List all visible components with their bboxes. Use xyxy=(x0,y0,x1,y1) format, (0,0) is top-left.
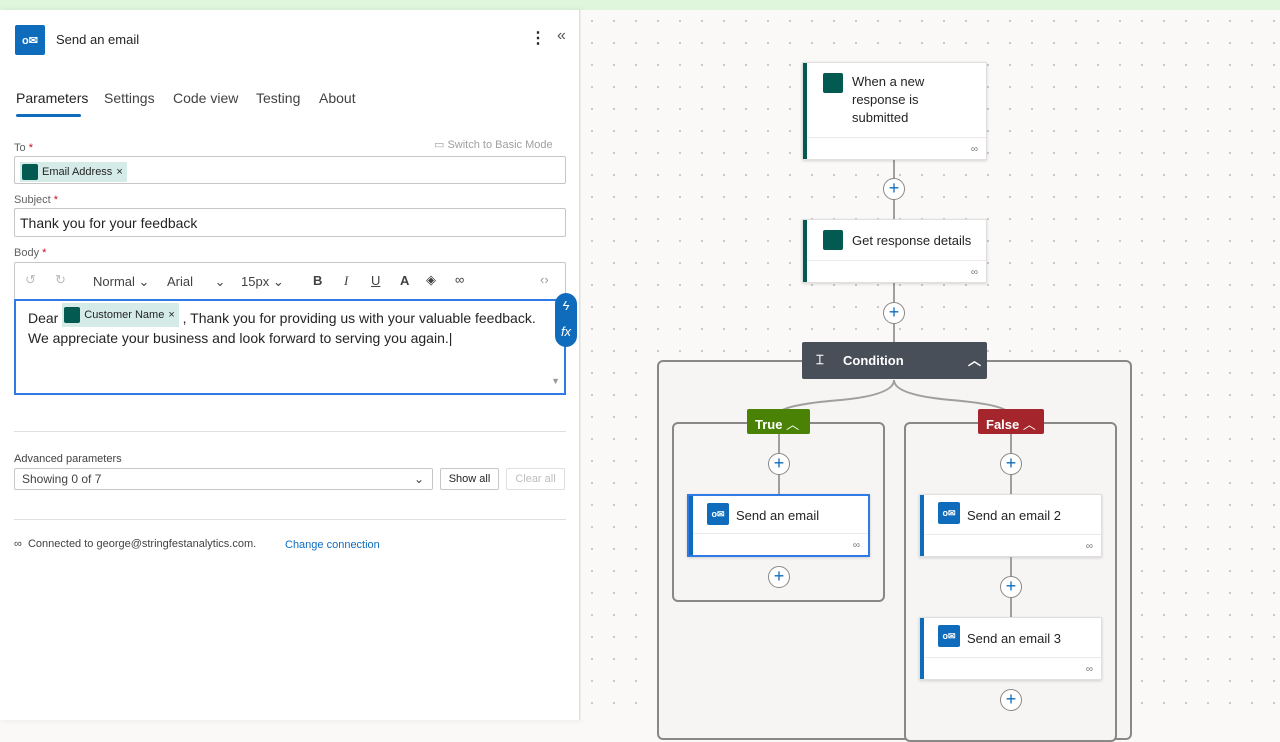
link-icon[interactable]: ∞ xyxy=(455,272,464,287)
italic-icon[interactable]: I xyxy=(344,273,348,289)
clear-all-button[interactable]: Clear all xyxy=(506,468,565,490)
flow-canvas: + + When a new response is submitted ∞ G… xyxy=(581,10,1280,742)
collapse-icon[interactable]: ︿ xyxy=(968,350,981,369)
false-branch-label[interactable]: False ︿ xyxy=(978,409,1044,434)
tab-testing[interactable]: Testing xyxy=(256,90,300,106)
body-line-1: Dear Customer Name × , Thank you for prov… xyxy=(28,303,552,328)
link-icon: ∞ xyxy=(852,540,860,551)
highlight-icon[interactable]: ◈ xyxy=(426,272,436,288)
insert-step-button[interactable]: + xyxy=(1000,576,1022,598)
panel-title: Send an email xyxy=(56,32,140,47)
body-toolbar: ↺ ↻ Normal ⌄ Arial ⌄ 15px ⌄ B I U A ◈ ∞ … xyxy=(14,262,566,299)
to-label-text: To xyxy=(14,142,26,154)
redo-icon[interactable]: ↻ xyxy=(55,272,66,288)
condition-icon: ⌶ xyxy=(816,352,824,367)
font-value: Arial xyxy=(167,274,194,289)
email-address-token[interactable]: Email Address × xyxy=(20,162,127,182)
divider xyxy=(14,519,566,520)
underline-icon[interactable]: U xyxy=(371,273,380,288)
connection-icon: ∞ xyxy=(14,538,22,550)
font-dropdown[interactable]: Arial ⌄ xyxy=(167,274,226,290)
token-label: Email Address xyxy=(42,166,113,178)
expression-icon[interactable]: fx xyxy=(555,319,577,345)
to-label: To * xyxy=(14,142,33,154)
forms-icon xyxy=(22,164,38,180)
outlook-icon: o✉ xyxy=(938,502,960,524)
change-connection-link[interactable]: Change connection xyxy=(285,539,380,551)
insert-step-button[interactable]: + xyxy=(768,453,790,475)
body-text-2: We appreciate your business and look for… xyxy=(28,330,449,346)
body-prefix: Dear xyxy=(28,310,59,326)
tab-settings[interactable]: Settings xyxy=(104,90,155,106)
subject-label-text: Subject xyxy=(14,194,51,206)
subject-input[interactable]: Thank you for your feedback xyxy=(14,208,566,237)
remove-token-icon[interactable]: × xyxy=(168,305,174,325)
outlook-icon: o✉ xyxy=(707,503,729,525)
connection-text: Connected to george@stringfestanalytics.… xyxy=(27,538,257,550)
chevron-down-icon: ⌄ xyxy=(413,472,424,486)
font-size-dropdown[interactable]: 15px ⌄ xyxy=(241,274,284,290)
size-value: 15px xyxy=(241,274,270,289)
undo-icon[interactable]: ↺ xyxy=(25,272,36,288)
insert-step-button[interactable]: + xyxy=(768,566,790,588)
code-view-icon[interactable]: ‹› xyxy=(540,272,549,287)
collapse-panel-icon[interactable]: « xyxy=(557,27,566,45)
link-icon: ∞ xyxy=(1085,541,1093,552)
collapse-icon[interactable]: ︿ xyxy=(786,417,799,432)
action-details-panel: o✉ Send an email ⋮ « Parameters Settings… xyxy=(0,10,580,720)
action-title: Send an email 2 xyxy=(967,508,1061,523)
font-color-icon[interactable]: A xyxy=(400,273,409,288)
customer-name-token[interactable]: Customer Name × xyxy=(62,303,179,327)
forms-icon xyxy=(64,307,81,323)
body-text-1: , Thank you for providing us with your v… xyxy=(182,310,536,326)
switch-label: Switch to Basic Mode xyxy=(447,139,553,151)
true-branch-label[interactable]: True ︿ xyxy=(747,409,810,434)
dynamic-content-buttons: ϟ fx xyxy=(555,293,577,347)
switch-basic-mode-button[interactable]: ▭ Switch to Basic Mode xyxy=(434,138,553,151)
body-line-2: We appreciate your business and look for… xyxy=(28,330,453,346)
outlook-icon: o✉ xyxy=(938,625,960,647)
active-tab-indicator xyxy=(16,114,81,117)
advanced-parameters-dropdown[interactable]: Showing 0 of 7 ⌄ xyxy=(14,468,433,490)
divider xyxy=(14,431,566,432)
bold-icon[interactable]: B xyxy=(313,273,322,288)
dropdown-value: Showing 0 of 7 xyxy=(22,472,102,486)
send-email-2-card[interactable]: o✉ Send an email 2 ∞ xyxy=(919,494,1102,557)
collapse-icon[interactable]: ︿ xyxy=(1023,417,1036,432)
to-input[interactable]: Email Address × xyxy=(14,156,566,184)
paragraph-style-dropdown[interactable]: Normal ⌄ xyxy=(93,274,149,290)
token-label: Customer Name xyxy=(84,309,165,321)
subject-label: Subject * xyxy=(14,194,59,206)
style-value: Normal xyxy=(93,274,135,289)
send-email-card[interactable]: o✉ Send an email ∞ xyxy=(687,494,870,557)
condition-card[interactable]: ⌶ Condition ︿ xyxy=(802,342,987,379)
scroll-down-icon[interactable]: ▼ xyxy=(551,371,560,391)
tab-about[interactable]: About xyxy=(319,90,356,106)
true-label: True xyxy=(755,417,783,432)
connection-info: ∞ Connected to george@stringfestanalytic… xyxy=(14,538,256,550)
insert-step-button[interactable]: + xyxy=(1000,689,1022,711)
edit-icon: ▭ xyxy=(434,139,448,151)
false-label: False xyxy=(986,417,1020,432)
outlook-icon: o✉ xyxy=(15,25,45,55)
show-all-button[interactable]: Show all xyxy=(440,468,499,490)
body-label-text: Body xyxy=(14,247,40,259)
action-title: Send an email 3 xyxy=(967,631,1061,646)
tab-parameters[interactable]: Parameters xyxy=(16,90,88,106)
insert-step-button[interactable]: + xyxy=(1000,453,1022,475)
tab-code-view[interactable]: Code view xyxy=(173,90,238,106)
more-options-icon[interactable]: ⋮ xyxy=(530,28,546,48)
advanced-parameters-label: Advanced parameters xyxy=(14,453,122,465)
remove-token-icon[interactable]: × xyxy=(116,166,122,178)
body-label: Body * xyxy=(14,247,47,259)
condition-title: Condition xyxy=(843,353,904,368)
action-title: Send an email xyxy=(736,508,820,523)
body-editor[interactable]: Dear Customer Name × , Thank you for prov… xyxy=(14,299,566,395)
send-email-3-card[interactable]: o✉ Send an email 3 ∞ xyxy=(919,617,1102,680)
link-icon: ∞ xyxy=(1085,664,1093,675)
dynamic-content-icon[interactable]: ϟ xyxy=(555,293,577,319)
status-banner xyxy=(0,0,1280,10)
